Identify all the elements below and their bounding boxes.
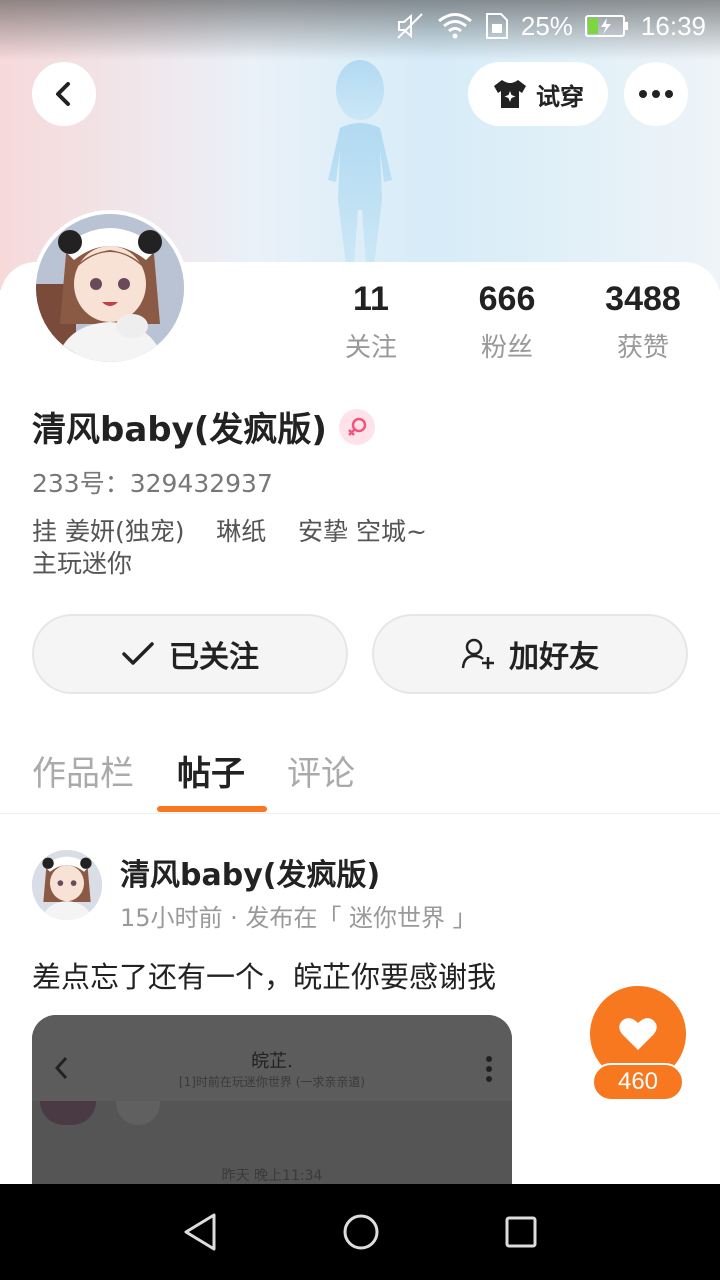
image-title: 皖芷. (251, 1051, 293, 1072)
add-friend-label: 加好友 (509, 640, 599, 675)
stat-likes[interactable]: 3488 获赞 (573, 280, 713, 364)
stat-label: 粉丝 (480, 333, 533, 363)
back-arrow-icon (56, 82, 70, 106)
stat-value: 11 (353, 280, 389, 318)
tab-posts[interactable]: 帖子 (177, 746, 245, 795)
sim-icon (485, 12, 509, 40)
tab-comments[interactable]: 评论 (287, 746, 355, 795)
wifi-icon (437, 12, 473, 40)
mute-icon (395, 11, 425, 41)
system-nav-bar (0, 1184, 720, 1280)
clock: 16:39 (640, 10, 706, 41)
nav-back-button[interactable] (180, 1212, 220, 1252)
nav-home-button[interactable] (341, 1212, 381, 1252)
female-symbol-icon (338, 408, 375, 445)
try-on-button[interactable]: 试穿 (468, 62, 608, 126)
following-button[interactable]: 已关注 (32, 614, 348, 694)
status-bar: 25% 16:39 (0, 0, 720, 52)
image-more-icon (486, 1056, 492, 1082)
stat-value: 3488 (605, 280, 681, 318)
heart-icon (619, 1018, 657, 1050)
stat-label: 获赞 (616, 333, 669, 363)
profile-avatar[interactable] (32, 210, 188, 366)
profile-bio: 挂 姜妍(独宠) 琳纸 安挚 空城~ 主玩迷你 (32, 516, 672, 580)
add-friend-button[interactable]: 加好友 (372, 614, 688, 694)
back-button[interactable] (32, 62, 96, 126)
bio-line: 挂 姜妍(独宠) 琳纸 安挚 空城~ (32, 517, 427, 546)
battery-percent: 25% (520, 10, 573, 41)
triangle-back-icon (184, 1213, 216, 1251)
username-text: 清风baby(发疯版) (32, 410, 327, 450)
try-on-label: 试穿 (536, 82, 584, 111)
avatar-illustration-icon (32, 850, 102, 920)
battery-charging-icon (584, 14, 629, 38)
active-tab-indicator (157, 806, 267, 812)
profile-tabs: 作品栏 帖子 评论 (0, 740, 720, 814)
tab-works[interactable]: 作品栏 (32, 746, 134, 795)
stat-followers[interactable]: 666 粉丝 (437, 280, 577, 364)
more-button[interactable] (624, 62, 688, 126)
square-recents-icon (505, 1216, 537, 1248)
image-timestamp: 昨天 晚上11:34 (221, 1168, 323, 1184)
image-bubble (116, 1101, 160, 1125)
profile-stats: 11 关注 666 粉丝 3488 获赞 (300, 280, 720, 370)
user-id: 233号：329432937 (32, 469, 273, 498)
stat-following[interactable]: 11 关注 (301, 280, 441, 364)
post-image[interactable]: 皖芷. [1]时前在玩迷你世界 (一求亲亲道) 昨天 晚上11:34 (32, 1015, 512, 1185)
post-author-name[interactable]: 清风baby(发疯版) (120, 850, 380, 894)
stat-label: 关注 (344, 333, 397, 363)
more-dots-icon (639, 90, 673, 98)
circle-home-icon (343, 1214, 379, 1250)
image-subtitle: [1]时前在玩迷你世界 (一求亲亲道) (178, 1075, 366, 1089)
tshirt-sparkle-icon (494, 80, 526, 108)
following-label: 已关注 (169, 640, 259, 675)
profile-username: 清风baby(发疯版) (32, 402, 375, 451)
bio-line: 主玩迷你 (32, 549, 133, 578)
post-author-avatar[interactable] (32, 850, 102, 920)
avatar-illustration-icon (36, 214, 184, 362)
stat-value: 666 (478, 280, 536, 318)
avatar-figure-icon (328, 60, 392, 265)
like-count: 460 (592, 1063, 684, 1101)
image-avatar (40, 1101, 96, 1125)
nav-recents-button[interactable] (501, 1212, 541, 1252)
checkmark-icon (122, 642, 154, 665)
post-meta: 15小时前 · 发布在「 迷你世界 」 (120, 904, 477, 932)
add-user-icon (461, 638, 494, 669)
post-text[interactable]: 差点忘了还有一个，皖芷你要感谢我 (32, 954, 496, 996)
